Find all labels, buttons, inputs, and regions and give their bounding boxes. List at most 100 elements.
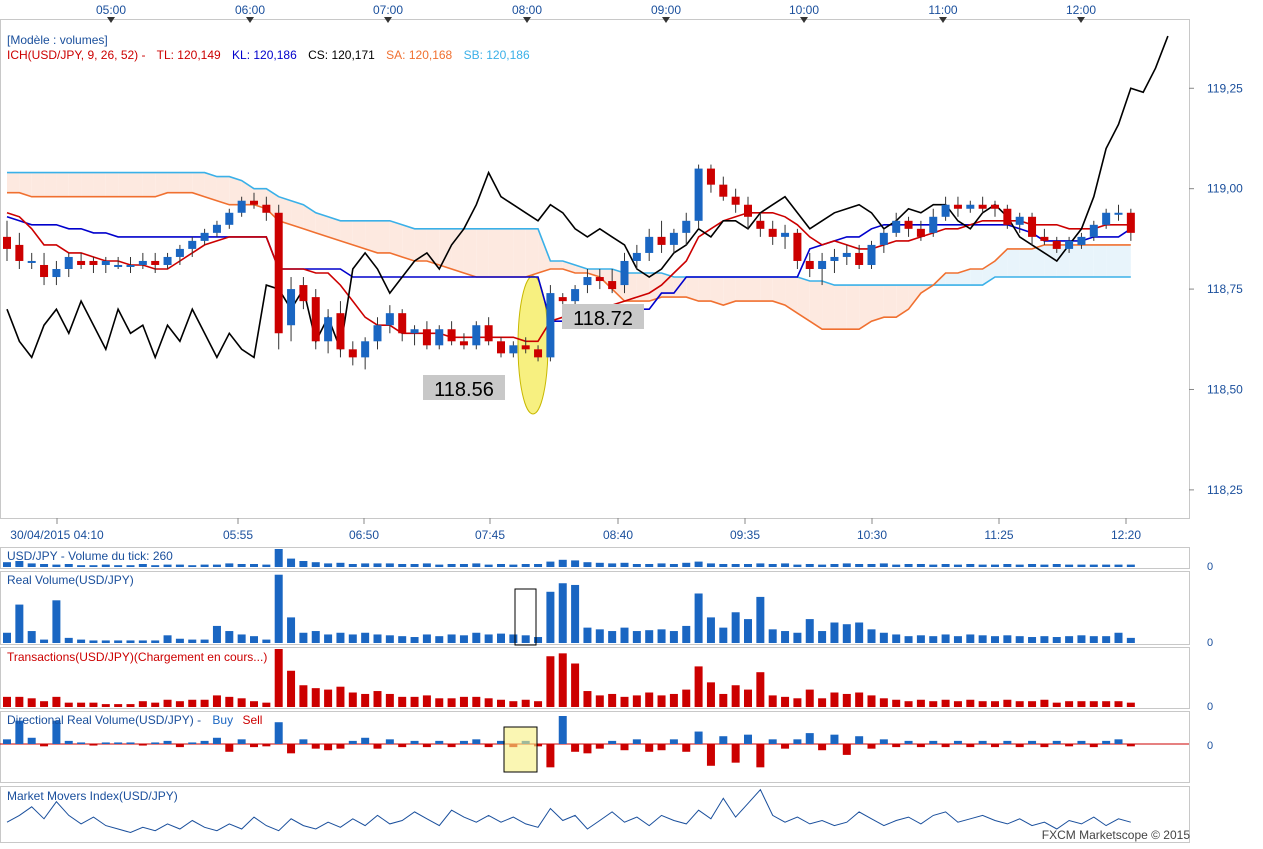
- transaction-bar: [608, 693, 617, 707]
- candle-bear: [348, 349, 357, 358]
- tick-volume-bar: [1114, 564, 1123, 567]
- real-volume-bar: [64, 637, 73, 643]
- transaction-bar: [731, 685, 740, 707]
- real-volume-bar: [632, 631, 641, 643]
- candle-bear: [595, 277, 604, 282]
- real-volume-panel-frame: [0, 571, 1190, 645]
- cloud-segment: [402, 224, 415, 261]
- bottom-time-label: 11:25: [984, 528, 1013, 542]
- ich-label: ICH(USD/JPY, 9, 26, 52) -: [7, 48, 146, 62]
- candle-bull: [818, 260, 827, 269]
- tick-volume-bar: [682, 562, 691, 567]
- tick-volume-bar: [1102, 564, 1111, 567]
- candle-bear: [299, 285, 308, 302]
- top-time-label: 06:00: [235, 3, 265, 17]
- transaction-bar: [706, 682, 715, 707]
- tick-volume-bar: [175, 564, 184, 567]
- tick-volume-bar: [904, 564, 913, 567]
- tick-volume-bar: [435, 564, 444, 567]
- tick-volume-bar: [459, 564, 468, 567]
- transaction-bar: [472, 696, 481, 707]
- sell-bar: [138, 744, 147, 746]
- panel-titles: USD/JPY - Volume du tick: 260 Real Volum…: [7, 549, 267, 803]
- price-chart-svg[interactable]: 05:00 06:00 07:00 08:00 09:00 10:00 11:00 12:00…: [0, 0, 1263, 844]
- buy-label: Buy: [212, 713, 233, 727]
- cloud-segment: [501, 228, 514, 278]
- candle-bull: [138, 260, 147, 265]
- transaction-bar: [805, 689, 814, 707]
- tick-volume-bar: [237, 564, 246, 567]
- candle-bull: [620, 260, 629, 286]
- candle-bull: [571, 289, 580, 302]
- real-volume-bar: [114, 640, 123, 643]
- cloud-segment: [451, 228, 464, 274]
- high-annotation: 118.72: [573, 308, 633, 330]
- tick-volume-bar: [855, 564, 864, 567]
- tick-volume-bar: [805, 564, 814, 567]
- cloud-segment: [1044, 244, 1057, 278]
- cloud-segment: [365, 220, 378, 253]
- transaction-bar: [3, 696, 11, 707]
- real-volume-bar: [497, 633, 505, 643]
- bottom-time-label: 06:50: [349, 528, 379, 542]
- buy-bar: [101, 742, 110, 744]
- transaction-bar: [669, 693, 678, 707]
- tick-volume-bar: [657, 563, 666, 567]
- sell-bar: [484, 744, 493, 748]
- candle-bull: [694, 168, 703, 221]
- buy-bar: [64, 740, 73, 744]
- tick-volume-bar: [978, 564, 987, 567]
- transaction-bar: [1102, 701, 1111, 707]
- candle-bear: [336, 313, 345, 350]
- candle-bull: [114, 264, 123, 267]
- sell-bar: [447, 744, 456, 748]
- top-time-label: 10:00: [789, 3, 819, 17]
- top-time-label: 08:00: [512, 3, 542, 17]
- cloud-segment: [56, 172, 69, 197]
- marketscope-chart-window: 05:00 06:00 07:00 08:00 09:00 10:00 11:00 12:00…: [0, 0, 1263, 844]
- real-volume-bar: [324, 634, 333, 643]
- cloud-segment: [945, 273, 958, 286]
- transaction-bar: [694, 666, 703, 707]
- real-volume-bar: [385, 635, 394, 643]
- transaction-bar: [101, 704, 110, 707]
- real-volume-bar: [1003, 635, 1012, 643]
- tick-volume-bar: [595, 562, 604, 567]
- tick-volume-bar: [262, 564, 271, 567]
- sell-bar: [1015, 744, 1024, 748]
- tick-volume-bar: [645, 564, 654, 567]
- sell-bar: [595, 744, 604, 749]
- candle-bear: [1003, 208, 1012, 225]
- real-volume-bar: [916, 635, 925, 643]
- real-volume-bar: [1028, 637, 1037, 643]
- cloud-segment: [1106, 244, 1119, 278]
- real-volume-bar: [1102, 636, 1111, 643]
- tick-volume-bar: [744, 564, 752, 567]
- cloud-segment: [871, 285, 884, 322]
- real-volume-bar: [521, 635, 530, 643]
- transaction-bar: [941, 699, 950, 707]
- transaction-bar: [830, 692, 839, 707]
- kl-label: KL: 120,186: [232, 48, 297, 62]
- transaction-bar: [768, 695, 777, 707]
- top-time-label: 12:00: [1066, 3, 1096, 17]
- transaction-bar: [867, 695, 876, 707]
- transaction-bar: [744, 689, 752, 707]
- bottom-time-label: 30/04/2015 04:10: [10, 528, 104, 542]
- candle-bear: [706, 168, 715, 185]
- sell-label: Sell: [242, 713, 262, 727]
- real-volume-bar: [966, 634, 975, 643]
- transaction-bar: [299, 685, 308, 707]
- sell-bar: [781, 744, 790, 749]
- transaction-bar: [188, 699, 197, 707]
- cloud-segment: [550, 260, 563, 269]
- candle-bear: [459, 341, 468, 346]
- tick-volume-bar: [274, 549, 283, 567]
- bottom-time-label: 10:30: [857, 528, 887, 542]
- candle-bull: [385, 313, 394, 326]
- directional-highlight-box: [503, 726, 538, 773]
- transaction-bar: [237, 698, 246, 707]
- real-volume-zero: 0: [1207, 637, 1213, 649]
- cloud-segment: [463, 228, 477, 278]
- transaction-bar: [77, 702, 86, 707]
